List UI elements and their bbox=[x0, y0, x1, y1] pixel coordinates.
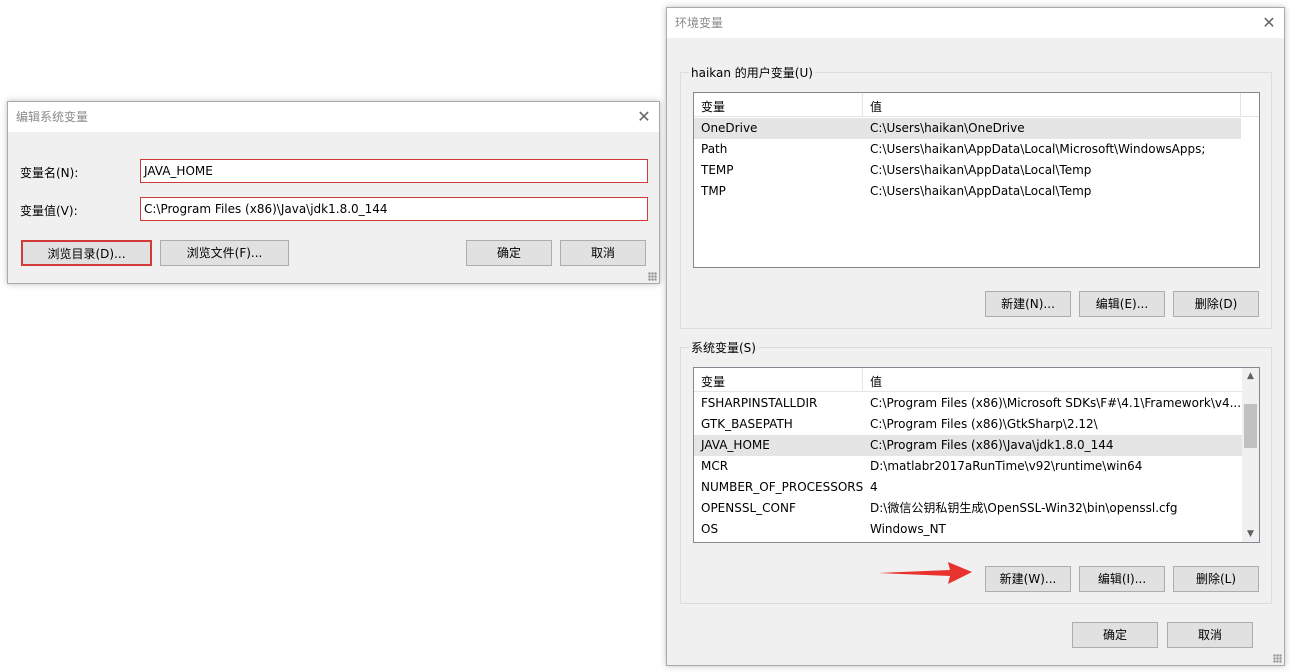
close-icon[interactable]: ✕ bbox=[629, 102, 659, 132]
scrollbar-thumb[interactable] bbox=[1244, 404, 1257, 448]
dialog-title: 编辑系统变量 bbox=[8, 102, 659, 132]
variable-value-label: 变量值(V): bbox=[20, 204, 78, 218]
browse-directory-button[interactable]: 浏览目录(D)... bbox=[21, 240, 152, 266]
list-item[interactable]: OPENSSL_CONF D:\微信公钥私钥生成\OpenSSL-Win32\b… bbox=[694, 498, 1242, 519]
variable-name-input[interactable]: JAVA_HOME bbox=[140, 159, 648, 183]
browse-file-button[interactable]: 浏览文件(F)... bbox=[160, 240, 289, 266]
list-item[interactable]: Path C:\Users\haikan\AppData\Local\Micro… bbox=[694, 139, 1241, 160]
system-variables-title: 系统变量(S) bbox=[689, 339, 758, 356]
variable-value-input[interactable]: C:\Program Files (x86)\Java\jdk1.8.0_144 bbox=[140, 197, 648, 221]
cancel-button[interactable]: 取消 bbox=[560, 240, 646, 266]
system-edit-button[interactable]: 编辑(I)... bbox=[1079, 566, 1165, 592]
column-header-variable[interactable]: 变量 bbox=[701, 98, 725, 115]
dialog-title: 环境变量 bbox=[667, 8, 1284, 38]
ok-button[interactable]: 确定 bbox=[466, 240, 552, 266]
column-header-variable[interactable]: 变量 bbox=[701, 373, 725, 390]
resize-grip[interactable] bbox=[648, 272, 657, 281]
scroll-down-icon[interactable]: ▼ bbox=[1242, 529, 1259, 539]
user-new-button[interactable]: 新建(N)... bbox=[985, 291, 1071, 317]
scroll-up-icon[interactable]: ▲ bbox=[1242, 371, 1259, 381]
system-new-button[interactable]: 新建(W)... bbox=[985, 566, 1071, 592]
list-item[interactable]: OS Windows_NT bbox=[694, 519, 1242, 540]
system-variables-group: 系统变量(S) 变量 值 FSHARPINSTALLDIR C:\Program… bbox=[680, 339, 1272, 604]
system-delete-button[interactable]: 删除(L) bbox=[1173, 566, 1259, 592]
list-item[interactable]: JAVA_HOME C:\Program Files (x86)\Java\jd… bbox=[694, 435, 1242, 456]
cancel-button[interactable]: 取消 bbox=[1167, 622, 1253, 648]
close-icon[interactable]: ✕ bbox=[1254, 8, 1284, 38]
list-item[interactable]: TMP C:\Users\haikan\AppData\Local\Temp bbox=[694, 181, 1241, 202]
list-item[interactable]: MCR D:\matlabr2017aRunTime\v92\runtime\w… bbox=[694, 456, 1242, 477]
user-variables-list[interactable]: 变量 值 OneDrive C:\Users\haikan\OneDrive P… bbox=[693, 92, 1260, 268]
system-variables-list[interactable]: 变量 值 FSHARPINSTALLDIR C:\Program Files (… bbox=[693, 367, 1260, 543]
user-delete-button[interactable]: 删除(D) bbox=[1173, 291, 1259, 317]
list-header: 变量 值 bbox=[694, 93, 1259, 117]
column-header-value[interactable]: 值 bbox=[870, 98, 882, 115]
list-item[interactable]: NUMBER_OF_PROCESSORS 4 bbox=[694, 477, 1242, 498]
ok-button[interactable]: 确定 bbox=[1072, 622, 1158, 648]
list-item[interactable]: TEMP C:\Users\haikan\AppData\Local\Temp bbox=[694, 160, 1241, 181]
edit-system-variable-dialog: 编辑系统变量 ✕ 变量名(N): JAVA_HOME 变量值(V): C:\Pr… bbox=[7, 101, 660, 284]
resize-grip[interactable] bbox=[1273, 654, 1282, 663]
list-item[interactable]: GTK_BASEPATH C:\Program Files (x86)\GtkS… bbox=[694, 414, 1242, 435]
variable-name-label: 变量名(N): bbox=[20, 166, 79, 180]
user-variables-group: haikan 的用户变量(U) 变量 值 OneDrive C:\Users\h… bbox=[680, 64, 1272, 329]
list-item[interactable]: FSHARPINSTALLDIR C:\Program Files (x86)\… bbox=[694, 393, 1245, 414]
list-header: 变量 值 bbox=[694, 368, 1259, 392]
annotation-arrow-icon bbox=[878, 562, 972, 584]
column-header-value[interactable]: 值 bbox=[870, 373, 882, 390]
vertical-scrollbar[interactable]: ▲ ▼ bbox=[1242, 368, 1259, 542]
user-edit-button[interactable]: 编辑(E)... bbox=[1079, 291, 1165, 317]
list-item[interactable]: OneDrive C:\Users\haikan\OneDrive bbox=[694, 118, 1241, 139]
user-variables-title: haikan 的用户变量(U) bbox=[689, 64, 815, 81]
environment-variables-dialog: 环境变量 ✕ haikan 的用户变量(U) 变量 值 OneDrive C:\… bbox=[666, 7, 1285, 666]
